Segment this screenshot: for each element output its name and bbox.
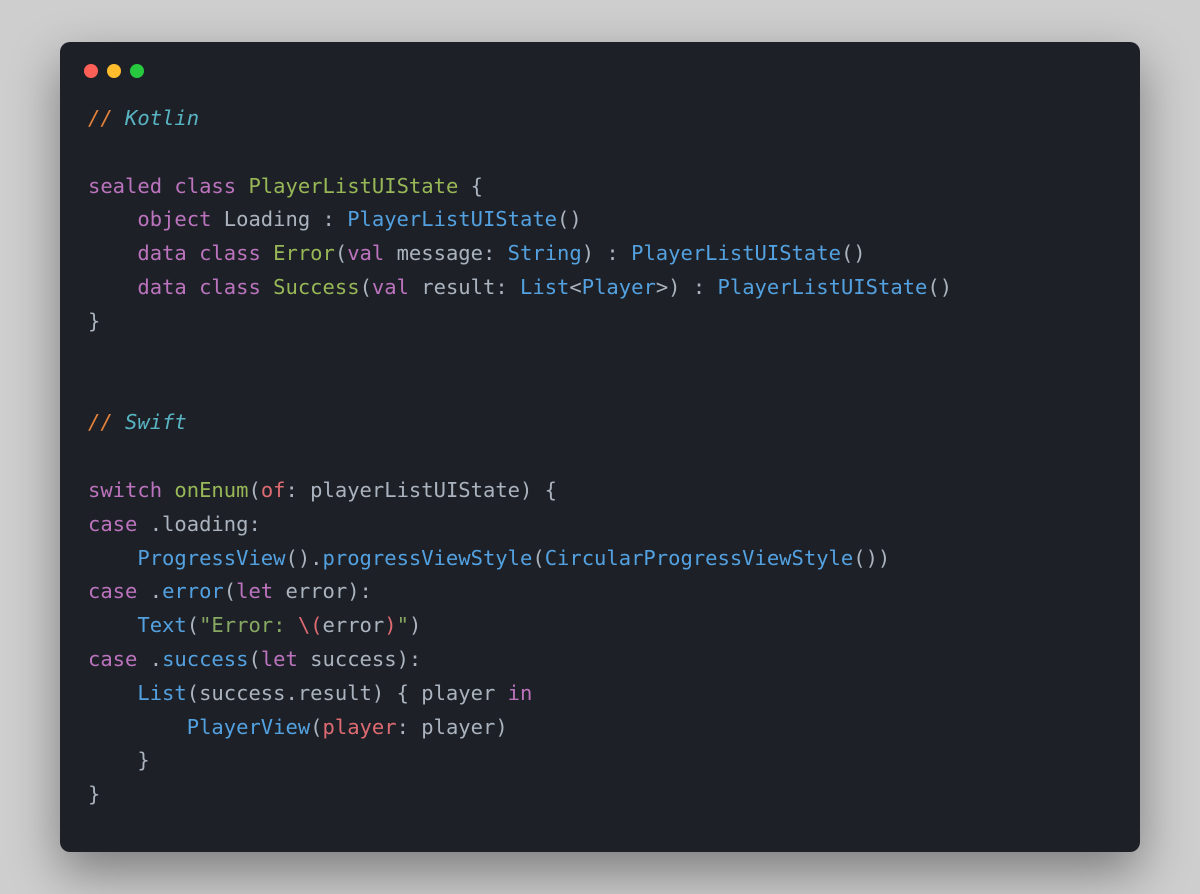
kw-data: data [88, 241, 187, 265]
listview: List [88, 681, 187, 705]
paren: ( [187, 613, 199, 637]
progressview: ProgressView [88, 546, 285, 570]
dot: (). [285, 546, 322, 570]
paren: ( [360, 275, 372, 299]
colon: ) : [582, 241, 631, 265]
lt: < [569, 275, 581, 299]
kw-object: object [88, 207, 211, 231]
class-error: Error [273, 241, 335, 265]
interp-open: \( [298, 613, 323, 637]
kw-val: val [372, 275, 409, 299]
code-area: // Kotlin sealed class PlayerListUIState… [60, 78, 1140, 852]
paren: ( [335, 241, 347, 265]
kw-val: val [347, 241, 384, 265]
paren: ( [532, 546, 544, 570]
comment-swift: Swift [125, 410, 187, 434]
playerview: PlayerView [88, 715, 310, 739]
str-quote: " [397, 613, 409, 637]
paren: ( [248, 647, 260, 671]
brace: { [458, 174, 483, 198]
paren: ( [248, 478, 260, 502]
arg-of: of [261, 478, 286, 502]
kw-in: in [508, 681, 533, 705]
comment-slashes: // [88, 106, 125, 130]
type-string: String [508, 241, 582, 265]
maximize-icon[interactable] [130, 64, 144, 78]
type-playerlist: PlayerListUIState [347, 207, 557, 231]
kw-case: case [88, 512, 137, 536]
dot: . [137, 579, 162, 603]
type-playerlist: PlayerListUIState [631, 241, 841, 265]
kw-class: class [187, 241, 273, 265]
rest: : playerListUIState) { [286, 478, 558, 502]
str-error: "Error: [199, 613, 298, 637]
minimize-icon[interactable] [107, 64, 121, 78]
kw-switch: switch [88, 478, 162, 502]
parens: () [927, 275, 952, 299]
fn-onenum: onEnum [162, 478, 248, 502]
kw-case: case [88, 579, 137, 603]
case-success: success [162, 647, 248, 671]
var-success: success): [298, 647, 421, 671]
parens: ()) [853, 546, 890, 570]
interp-var: error [323, 613, 385, 637]
parens: () [841, 241, 866, 265]
comment-slashes: // [88, 410, 125, 434]
code-window: // Kotlin sealed class PlayerListUIState… [60, 42, 1140, 852]
colon: >) : [656, 275, 718, 299]
var-error: error): [273, 579, 372, 603]
dot: . [137, 647, 162, 671]
paren: ( [310, 715, 322, 739]
kw-class: class [187, 275, 273, 299]
kw-let: let [236, 579, 273, 603]
paren: ) [409, 613, 421, 637]
arg-player: player [323, 715, 397, 739]
loading-decl: Loading : [211, 207, 347, 231]
progressviewstyle: progressViewStyle [323, 546, 533, 570]
kw-data: data [88, 275, 187, 299]
class-name: PlayerListUIState [248, 174, 458, 198]
type-list: List [520, 275, 569, 299]
kw-sealed: sealed [88, 174, 162, 198]
text: Text [88, 613, 187, 637]
brace-close: } [88, 782, 100, 806]
traffic-lights [60, 42, 1140, 78]
paren: ( [224, 579, 236, 603]
type-playerlist: PlayerListUIState [718, 275, 928, 299]
close-icon[interactable] [84, 64, 98, 78]
kw-let: let [261, 647, 298, 671]
parens: () [557, 207, 582, 231]
comment-kotlin: Kotlin [125, 106, 199, 130]
brace-close: } [88, 309, 100, 333]
type-player: Player [582, 275, 656, 299]
case-loading: .loading: [137, 512, 260, 536]
kw-case: case [88, 647, 137, 671]
class-success: Success [273, 275, 359, 299]
rest: : player) [397, 715, 508, 739]
interp-close: ) [384, 613, 396, 637]
list-args: (success.result) { player [187, 681, 508, 705]
param-message: message: [384, 241, 507, 265]
brace-close: } [88, 748, 150, 772]
case-error: error [162, 579, 224, 603]
param-result: result: [409, 275, 520, 299]
kw-class: class [162, 174, 248, 198]
circular: CircularProgressViewStyle [545, 546, 854, 570]
